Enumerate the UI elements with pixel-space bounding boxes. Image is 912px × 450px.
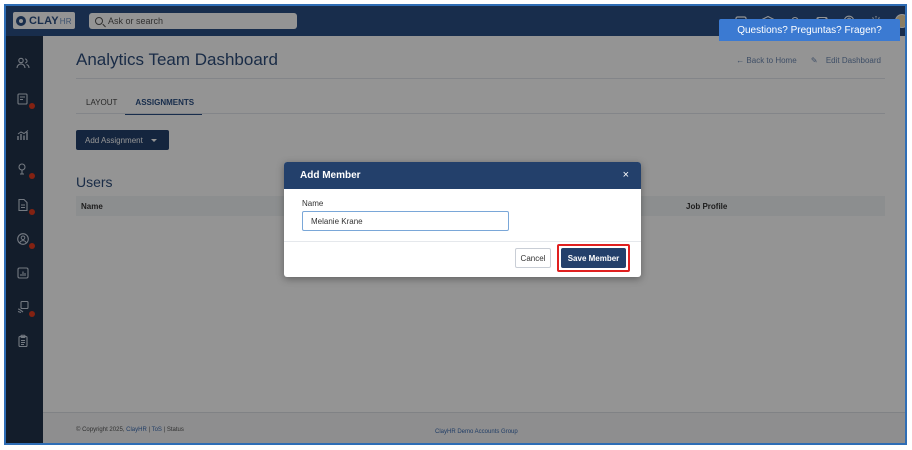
save-member-button[interactable]: Save Member: [561, 248, 626, 268]
save-button-highlight: Save Member: [557, 244, 630, 272]
name-field-label: Name: [302, 199, 324, 208]
dialog-title: Add Member: [300, 170, 361, 181]
add-member-dialog: Add Member × Name Cancel Save Member: [284, 162, 641, 277]
dialog-header: Add Member ×: [284, 162, 641, 189]
member-name-input[interactable]: [302, 211, 509, 231]
dialog-divider: [284, 241, 641, 242]
cancel-button[interactable]: Cancel: [515, 248, 551, 268]
close-icon[interactable]: ×: [623, 169, 629, 181]
help-chat-button[interactable]: Questions? Preguntas? Fragen?: [719, 19, 900, 41]
app-window: CLAYHR 1 5: [4, 4, 907, 445]
